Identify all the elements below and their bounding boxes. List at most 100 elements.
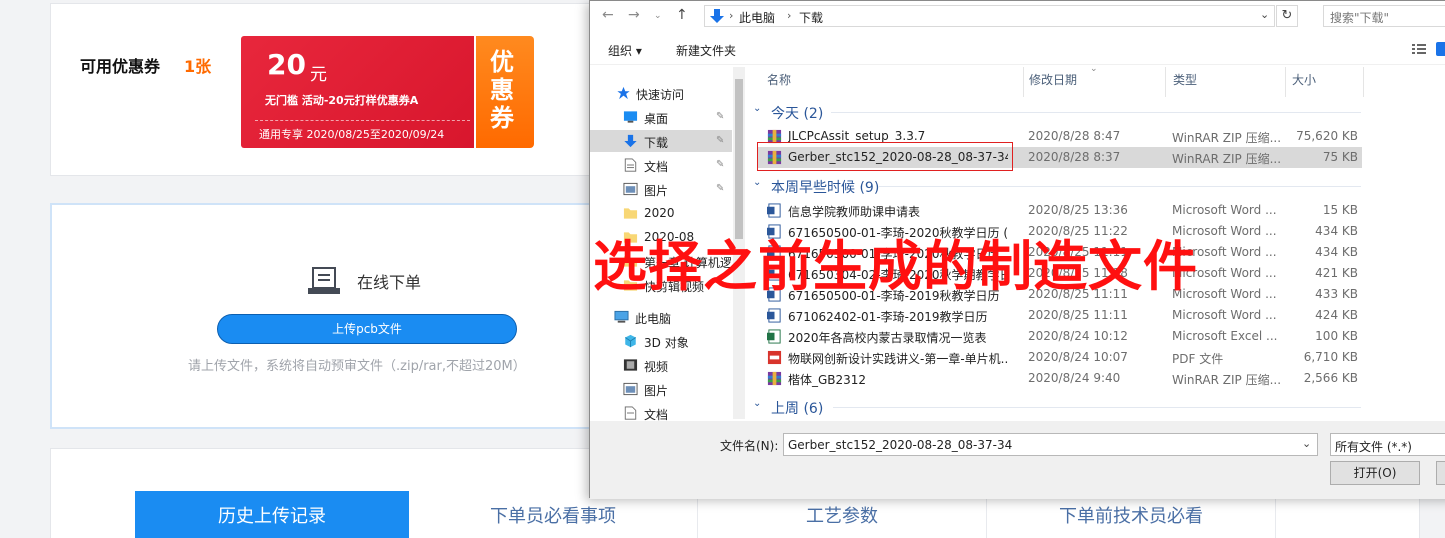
file-type: Microsoft Word ... — [1172, 308, 1277, 322]
file-size: 100 KB — [1315, 329, 1358, 343]
file-size: 424 KB — [1315, 308, 1358, 322]
star-icon — [617, 86, 630, 100]
group-label: 上周 (6) — [771, 401, 824, 417]
document-icon — [624, 406, 637, 420]
group-last-week[interactable]: ⌄ 上周 (6) — [747, 396, 1445, 417]
back-arrow-icon[interactable]: ← — [602, 7, 614, 23]
file-type-filter[interactable]: 所有文件 (*.*) — [1330, 433, 1445, 456]
column-divider[interactable] — [1285, 67, 1286, 97]
file-type: WinRAR ZIP 压缩... — [1172, 152, 1282, 166]
breadcrumb-downloads[interactable]: 下载 — [799, 9, 823, 26]
group-collapse-icon[interactable]: ⌄ — [753, 398, 761, 409]
file-row[interactable]: 671062402-01-李琦-2019教学日历 2020/8/25 11:11… — [757, 305, 1362, 326]
file-date: 2020/8/24 9:40 — [1028, 371, 1121, 385]
excel-icon — [767, 329, 781, 344]
file-type: WinRAR ZIP 压缩... — [1172, 373, 1282, 387]
pin-icon[interactable]: ✎ — [716, 183, 724, 194]
file-row[interactable]: 信息学院教师助课申请表 2020/8/25 13:36 Microsoft Wo… — [757, 200, 1362, 221]
group-divider — [831, 112, 1361, 113]
nav-pictures-pc[interactable]: 图片 — [590, 378, 732, 400]
up-arrow-icon[interactable]: ↑ — [676, 7, 688, 23]
file-row[interactable]: 2020年各高校内蒙古录取情况一览表 2020/8/24 10:12 Micro… — [757, 326, 1362, 347]
new-folder-button[interactable]: 新建文件夹 — [676, 42, 736, 59]
file-type: WinRAR ZIP 压缩... — [1172, 131, 1282, 145]
file-date: 2020/8/24 10:12 — [1028, 329, 1128, 343]
breadcrumb-separator-icon: › — [729, 9, 734, 22]
order-icon — [308, 267, 340, 294]
organize-button[interactable]: 组织 ▾ — [608, 42, 642, 59]
coupon-tag-text: 优惠券 — [490, 48, 514, 132]
open-button[interactable]: 打开(O) — [1330, 461, 1420, 485]
address-box[interactable]: › 此电脑 › 下载 ⌄ — [704, 5, 1275, 27]
view-options-icon[interactable] — [1412, 43, 1426, 55]
coupon-divider — [255, 120, 470, 121]
coupon-amount: 20 — [267, 48, 306, 81]
column-name[interactable]: 名称 — [767, 71, 791, 88]
file-size: 2,566 KB — [1303, 371, 1358, 385]
refresh-icon[interactable]: ↻ — [1276, 5, 1298, 27]
cancel-button[interactable] — [1436, 461, 1445, 485]
recent-dropdown-icon[interactable]: ⌄ — [654, 11, 662, 21]
upload-hint: 请上传文件，系统将自动预审文件（.zip/rar,不超过20M） — [188, 359, 526, 374]
group-divider — [879, 186, 1361, 187]
column-type[interactable]: 类型 — [1173, 71, 1197, 88]
nav-videos[interactable]: 视频 — [590, 354, 732, 376]
nav-folder-2020[interactable]: 2020 — [590, 202, 732, 224]
column-divider[interactable] — [1023, 67, 1024, 97]
file-date: 2020/8/24 10:07 — [1028, 350, 1128, 364]
picture-icon — [623, 182, 638, 196]
column-date[interactable]: 修改日期 — [1029, 71, 1077, 88]
coupon-unit: 元 — [310, 65, 327, 85]
group-today[interactable]: ⌄ 今天 (2) — [747, 101, 1445, 122]
file-name: 信息学院教师助课申请表 — [788, 205, 921, 219]
coupon-ticket[interactable]: 20 元 无门槛 活动-20元打样优惠券A 通用专享 2020/08/25至20… — [237, 36, 534, 148]
nav-label: 3D 对象 — [644, 336, 689, 350]
file-row[interactable]: 楷体_GB2312 2020/8/24 9:40 WinRAR ZIP 压缩..… — [757, 368, 1362, 389]
file-size: 434 KB — [1315, 224, 1358, 238]
filename-dropdown-icon[interactable]: ⌄ — [1302, 437, 1311, 450]
nav-3d-objects[interactable]: 3D 对象 — [590, 330, 732, 352]
group-earlier-this-week[interactable]: ⌄ 本周早些时候 (9) — [747, 175, 1445, 196]
file-name: JLCPcAssit_setup_3.3.7 — [788, 129, 926, 143]
group-collapse-icon[interactable]: ⌄ — [753, 103, 761, 114]
selection-highlight — [757, 142, 1013, 171]
download-folder-icon — [710, 9, 724, 23]
computer-icon — [614, 310, 629, 323]
pin-icon[interactable]: ✎ — [716, 159, 724, 170]
pin-icon[interactable]: ✎ — [716, 111, 724, 122]
nav-label: 桌面 — [644, 112, 669, 126]
file-date: 2020/8/28 8:37 — [1028, 150, 1121, 164]
column-size[interactable]: 大小 — [1292, 71, 1316, 88]
nav-this-pc[interactable]: 此电脑 — [590, 306, 732, 328]
filename-input[interactable]: Gerber_stc152_2020-08-28_08-37-34 ⌄ — [783, 433, 1318, 456]
word-icon — [767, 203, 781, 218]
nav-downloads[interactable]: 下载 ✎ — [590, 130, 732, 152]
coupon-count: 1张 — [184, 57, 212, 76]
column-divider[interactable] — [1363, 67, 1364, 97]
breadcrumb-this-pc[interactable]: 此电脑 — [739, 9, 775, 26]
pin-icon[interactable]: ✎ — [716, 135, 724, 146]
filename-value: Gerber_stc152_2020-08-28_08-37-34 — [788, 438, 1013, 452]
tab-upload-history[interactable]: 历史上传记录 — [135, 491, 409, 538]
nav-quick-access[interactable]: 快速访问 — [590, 82, 732, 104]
address-dropdown-icon[interactable]: ⌄ — [1260, 8, 1269, 21]
search-input[interactable]: 搜索"下载" — [1323, 5, 1445, 27]
column-divider[interactable] — [1165, 67, 1166, 97]
nav-documents[interactable]: 文档 ✎ — [590, 154, 732, 176]
group-collapse-icon[interactable]: ⌄ — [753, 177, 761, 188]
file-name: 671062402-01-李琦-2019教学日历 — [788, 310, 988, 324]
nav-pictures[interactable]: 图片 ✎ — [590, 178, 732, 200]
file-name: 楷体_GB2312 — [788, 373, 867, 387]
group-label: 本周早些时候 (9) — [771, 180, 880, 196]
nav-label: 图片 — [644, 184, 669, 198]
desktop-icon — [623, 111, 638, 123]
nav-desktop[interactable]: 桌面 ✎ — [590, 106, 732, 128]
upload-pcb-button[interactable]: 上传pcb文件 — [217, 314, 517, 344]
file-row[interactable]: 物联网创新设计实践讲义-第一章-单片机... 2020/8/24 10:07 P… — [757, 347, 1362, 368]
forward-arrow-icon[interactable]: → — [628, 7, 640, 23]
help-icon[interactable] — [1436, 42, 1445, 56]
zip-icon — [767, 371, 782, 386]
nav-scrollbar-thumb[interactable] — [735, 79, 743, 239]
file-size: 421 KB — [1315, 266, 1358, 280]
file-date: 2020/8/25 13:36 — [1028, 203, 1128, 217]
